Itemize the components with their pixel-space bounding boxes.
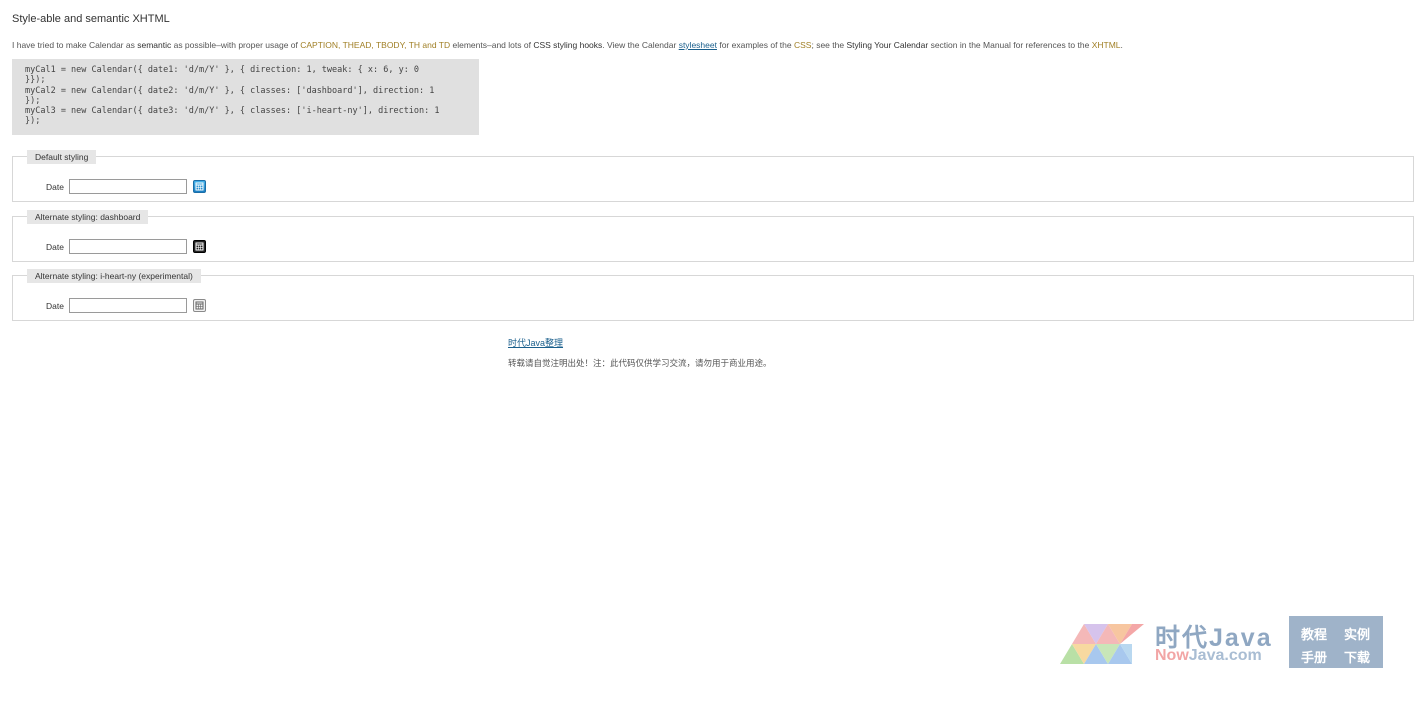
intro-text: as possible–with proper usage of bbox=[171, 40, 301, 50]
watermark-box-label: 实例 bbox=[1344, 627, 1371, 642]
watermark-box-label: 手册 bbox=[1301, 650, 1328, 665]
date-label: Date bbox=[46, 300, 64, 311]
page-title: Style-able and semantic XHTML bbox=[12, 13, 170, 25]
intro-xhtml: XHTML bbox=[1091, 40, 1121, 50]
demo-default-styling: Default styling Date bbox=[12, 150, 1414, 202]
intro-semantic: semantic bbox=[137, 40, 172, 50]
watermark-url-now: Now bbox=[1155, 647, 1189, 664]
intro-text: elements–and lots of bbox=[450, 40, 534, 50]
date2-input[interactable] bbox=[69, 239, 187, 254]
demo-i-heart-ny-styling: Alternate styling: i-heart-ny (experimen… bbox=[12, 269, 1414, 321]
watermark-box-label: 教程 bbox=[1301, 627, 1328, 642]
watermark-logo: 时代Java NowJava.com 教程 实例 手册 下载 bbox=[1058, 614, 1388, 670]
intro-text: . View the Calendar bbox=[602, 40, 679, 50]
date-label: Date bbox=[46, 241, 64, 252]
intro-text: for examples of the bbox=[716, 40, 794, 50]
stylesheet-link[interactable]: stylesheet bbox=[679, 40, 717, 50]
intro-css: CSS bbox=[793, 40, 812, 50]
watermark-url: NowJava.com bbox=[1155, 647, 1262, 665]
intro-styling-section: Styling Your Calendar bbox=[846, 40, 929, 50]
calendar-icon[interactable] bbox=[193, 240, 206, 253]
date-row: Date bbox=[46, 239, 206, 254]
demo-legend: Alternate styling: dashboard bbox=[27, 210, 149, 224]
calendar-icon[interactable] bbox=[193, 180, 206, 193]
triangle-logo-icon bbox=[1060, 624, 1144, 664]
intro-text: section in the Manual for references to … bbox=[928, 40, 1092, 50]
intro-text: . bbox=[1120, 40, 1123, 50]
credit-link[interactable]: 时代Java整理 bbox=[508, 338, 563, 348]
demo-legend: Alternate styling: i-heart-ny (experimen… bbox=[27, 269, 201, 283]
date3-input[interactable] bbox=[69, 298, 187, 313]
code-sample: myCal1 = new Calendar({ date1: 'd/m/Y' }… bbox=[12, 59, 479, 135]
watermark-box-label: 下载 bbox=[1344, 650, 1371, 665]
credit: 时代Java整理 bbox=[508, 336, 563, 349]
intro-text: ; see the bbox=[811, 40, 847, 50]
date-label: Date bbox=[46, 181, 64, 192]
date-row: Date bbox=[46, 298, 206, 313]
copyright-notice: 转载请自觉注明出处！注：此代码仅供学习交流，请勿用于商业用途。 bbox=[508, 358, 772, 368]
intro-text: I have tried to make Calendar as bbox=[12, 40, 138, 50]
calendar-icon[interactable] bbox=[193, 299, 206, 312]
intro-tags: CAPTION, THEAD, TBODY, TH and TD bbox=[300, 40, 451, 50]
date1-input[interactable] bbox=[69, 179, 187, 194]
demo-legend: Default styling bbox=[27, 150, 97, 164]
demo-dashboard-styling: Alternate styling: dashboard Date bbox=[12, 210, 1414, 262]
intro-css-hooks: CSS styling hooks bbox=[533, 40, 603, 50]
watermark-box: 教程 实例 手册 下载 bbox=[1289, 616, 1383, 668]
date-row: Date bbox=[46, 179, 206, 194]
watermark-url-rest: Java.com bbox=[1188, 647, 1262, 664]
intro-paragraph: I have tried to make Calendar as semanti… bbox=[12, 40, 1123, 50]
